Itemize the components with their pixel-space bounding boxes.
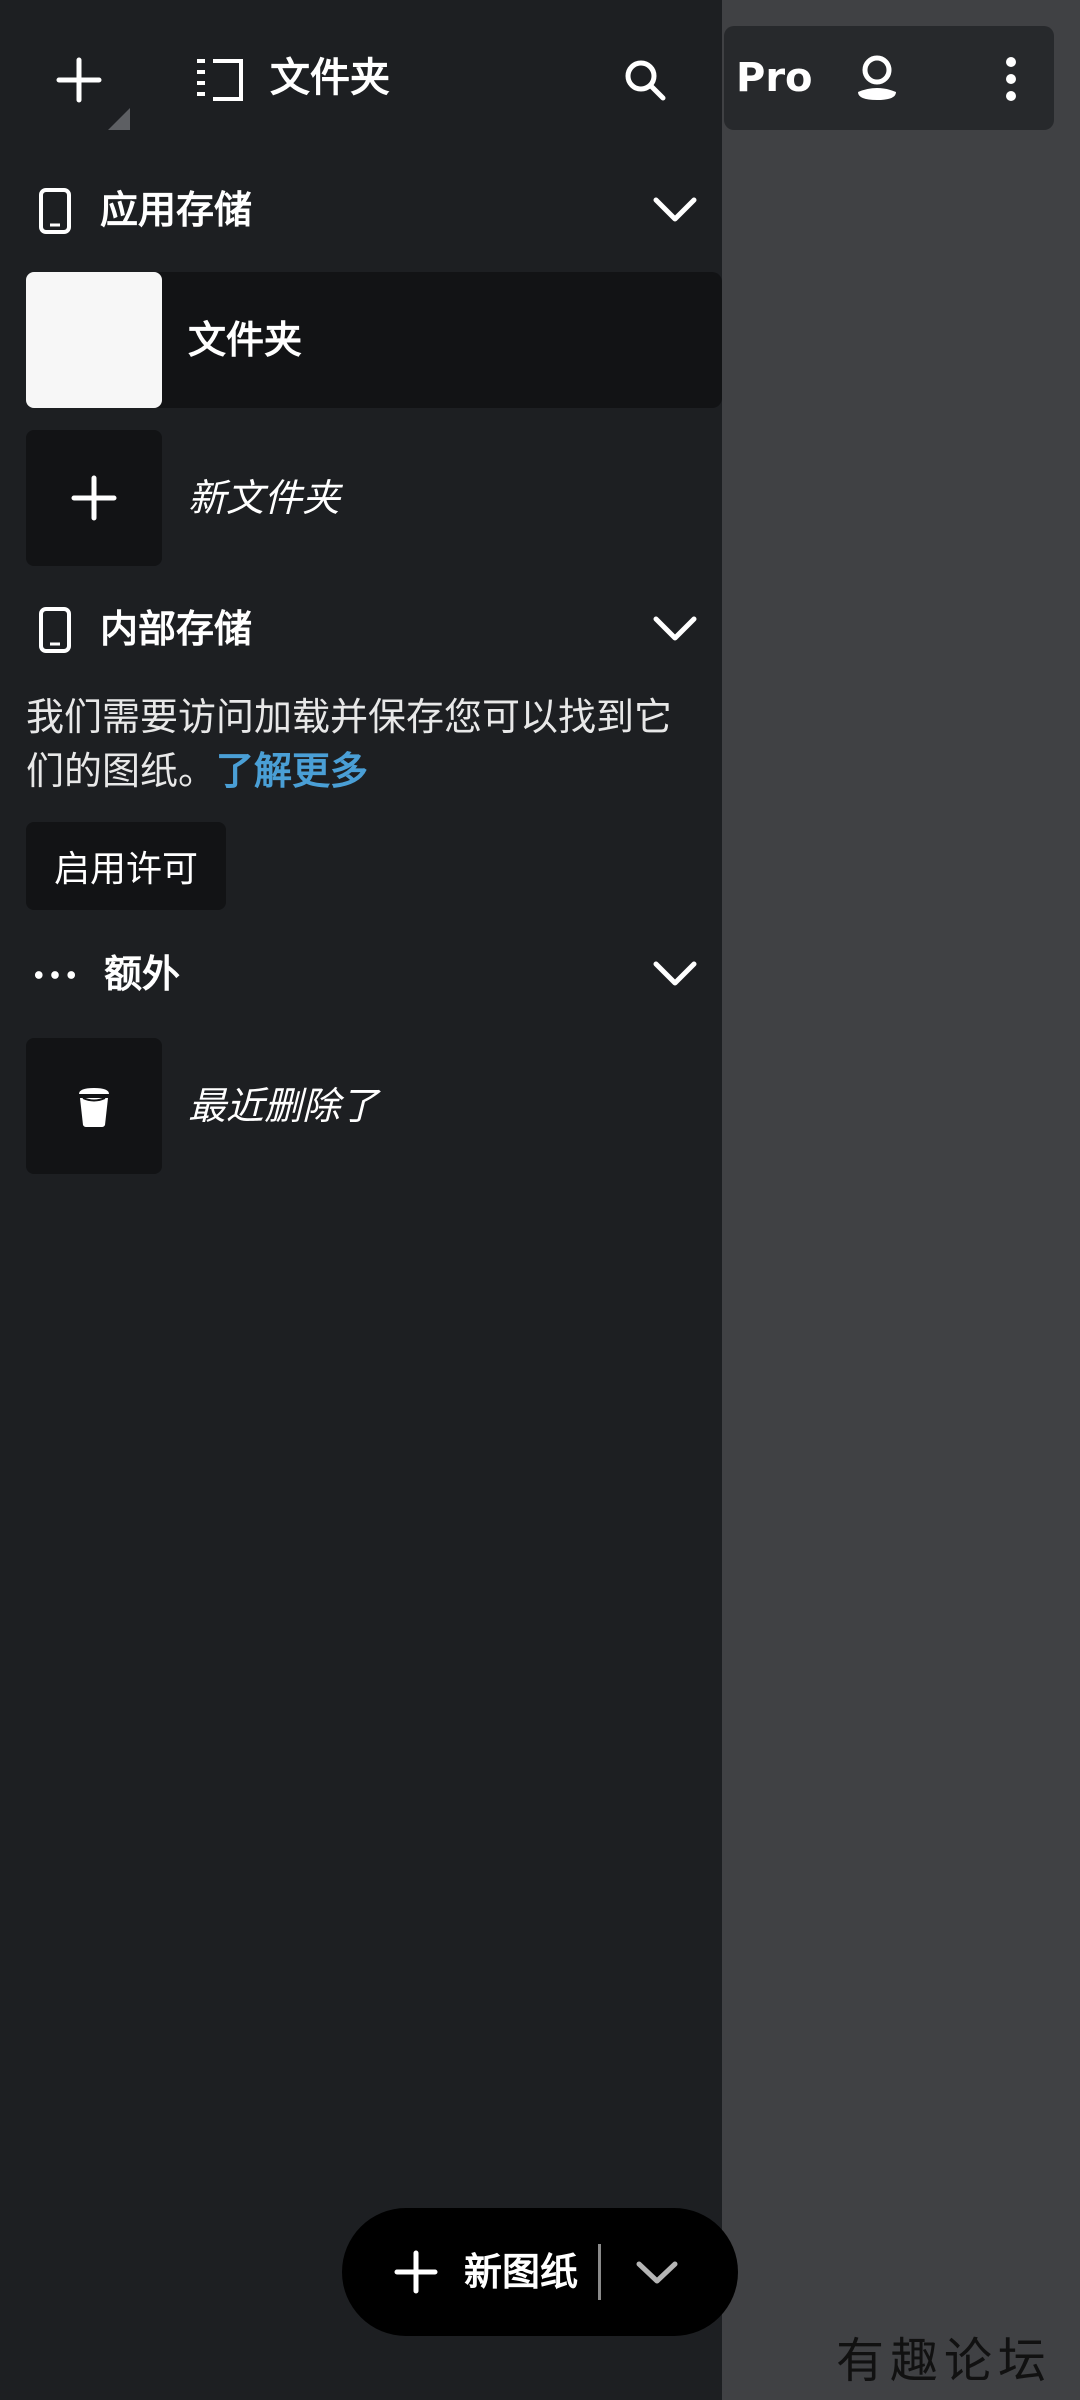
add-button[interactable] <box>24 30 134 130</box>
chevron-down-icon[interactable] <box>650 190 700 232</box>
fab-dropdown-button[interactable] <box>632 2248 682 2296</box>
recently-deleted-label: 最近删除了 <box>188 1084 379 1128</box>
section-internal-storage[interactable]: 内部存储 <box>0 595 722 665</box>
folder-thumbnail <box>26 272 162 408</box>
section-extra[interactable]: 额外 <box>0 940 722 1010</box>
trash-icon <box>79 1088 109 1127</box>
section-label: 额外 <box>104 952 181 996</box>
corner-indicator <box>108 108 130 130</box>
fab-divider <box>598 2244 601 2300</box>
plus-icon <box>394 2250 438 2294</box>
pro-button[interactable]: Pro <box>736 52 813 104</box>
new-folder-item[interactable]: 新文件夹 <box>26 430 722 566</box>
page-title: 文件夹 <box>270 55 390 101</box>
trash-thumbnail <box>26 1038 162 1174</box>
folder-item-label: 文件夹 <box>188 318 303 362</box>
learn-more-link[interactable]: 了解更多 <box>216 749 368 793</box>
search-button[interactable] <box>610 40 680 120</box>
search-icon <box>625 60 666 101</box>
plus-icon <box>71 475 117 521</box>
folder-item[interactable]: 文件夹 <box>26 272 722 408</box>
user-icon <box>858 55 896 100</box>
chevron-down-icon[interactable] <box>650 609 700 651</box>
chevron-down-icon <box>636 2261 678 2284</box>
more-button[interactable] <box>986 44 1036 114</box>
new-folder-label: 新文件夹 <box>188 476 341 520</box>
watermark: 有趣论坛 <box>836 2333 1053 2389</box>
section-app-storage[interactable]: 应用存储 <box>0 176 722 246</box>
folder-panel: 文件夹 应用存储 文件夹 新文件夹 内部存储 我们需要访问加载并保存您可以找到它… <box>0 0 722 2400</box>
canvas-area[interactable] <box>722 0 1080 2400</box>
plus-icon <box>56 57 102 103</box>
dots-icon <box>34 950 76 1000</box>
new-drawing-button[interactable] <box>386 2242 446 2302</box>
right-toolbar: Pro <box>724 26 1054 130</box>
section-label: 内部存储 <box>100 607 253 651</box>
account-button[interactable] <box>842 46 912 110</box>
new-drawing-fab[interactable]: 新图纸 <box>342 2208 738 2336</box>
permission-message: 我们需要访问加载并保存您可以找到它们的图纸。了解更多 <box>26 690 706 798</box>
new-folder-thumbnail <box>26 430 162 566</box>
phone-icon <box>34 605 76 655</box>
chevron-down-icon[interactable] <box>650 954 700 996</box>
more-vertical-icon <box>1006 57 1016 101</box>
enable-permission-button[interactable]: 启用许可 <box>26 822 226 910</box>
recently-deleted-item[interactable]: 最近删除了 <box>26 1038 722 1174</box>
new-drawing-label[interactable]: 新图纸 <box>464 2244 578 2300</box>
section-label: 应用存储 <box>100 188 253 232</box>
folder-list-icon <box>190 50 250 110</box>
phone-icon <box>34 186 76 236</box>
